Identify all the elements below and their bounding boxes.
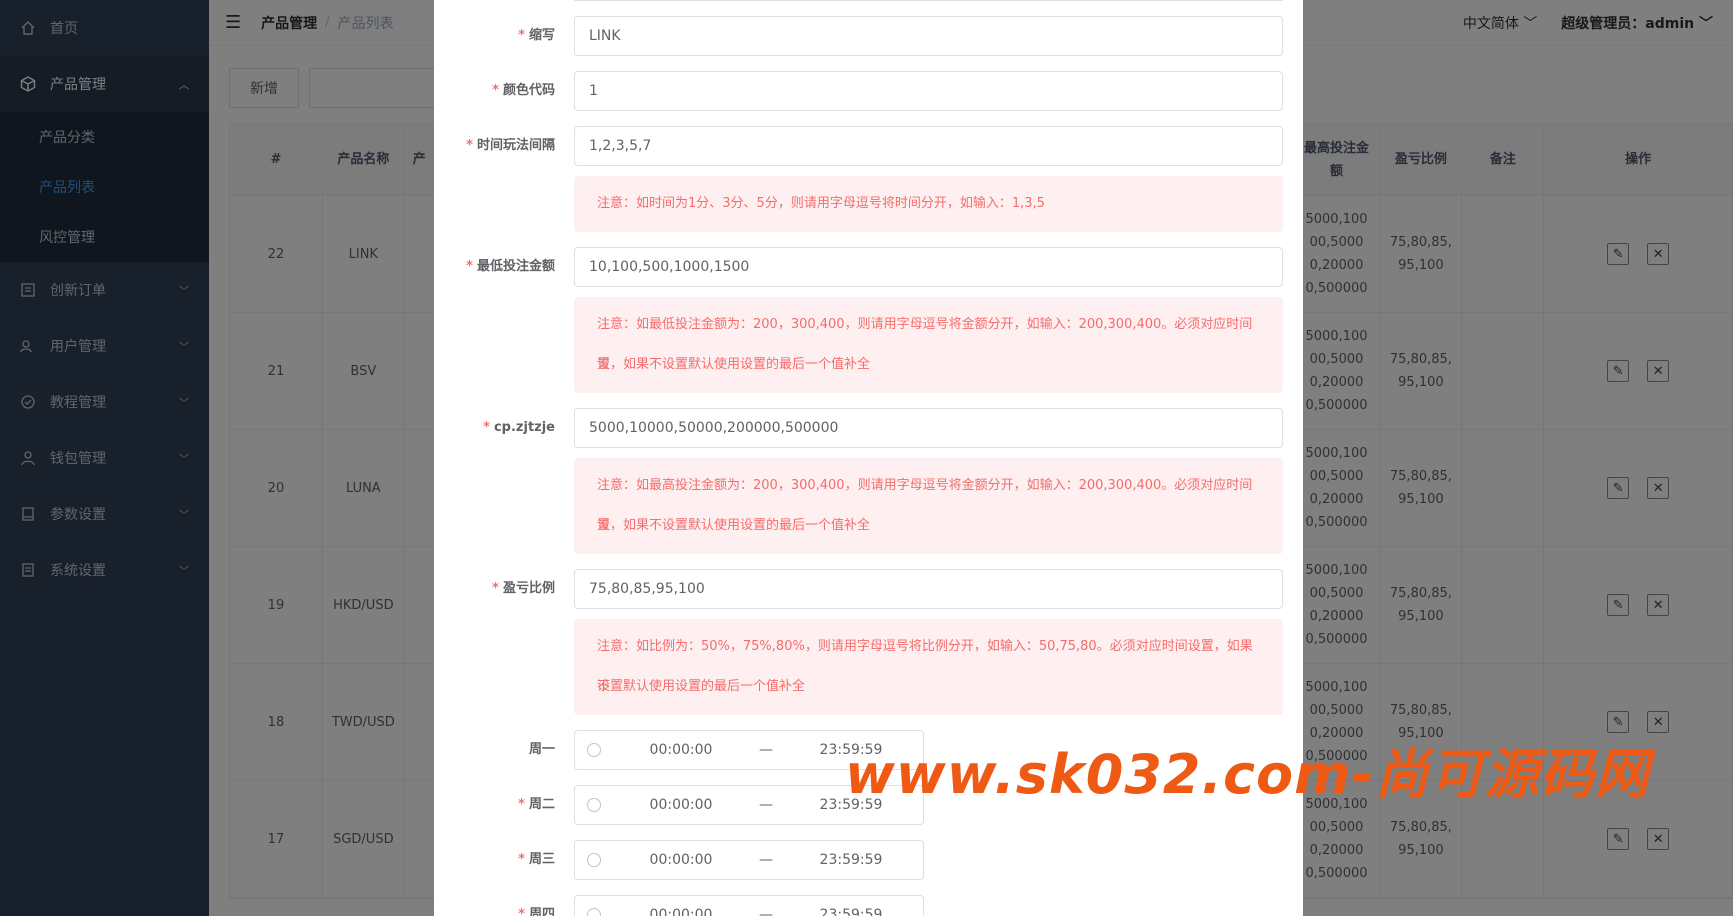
required-mark: * [518, 28, 525, 43]
thursday-time-range[interactable]: 00:00:00 — 23:59:59 [574, 895, 924, 916]
clock-icon [587, 853, 601, 867]
form-label: * 缩写 [518, 16, 555, 56]
form-label: * 时间玩法间隔 [466, 126, 555, 166]
clock-icon [587, 798, 601, 812]
end-time[interactable]: 23:59:59 [806, 852, 896, 868]
form-label: * 周四 [518, 895, 555, 916]
note-line: 置，如果不设置默认使用设置的最后一个值补全 [597, 518, 871, 533]
note-line: 注意：如最低投注金额为：200，300,400，则请用字母逗号将金额分开，如输入… [597, 317, 1253, 372]
max-bet-note: 注意：如最高投注金额为：200，300,400，则请用字母逗号将金额分开，如输入… [574, 458, 1283, 554]
required-mark: * [483, 420, 490, 435]
label-text: 缩写 [528, 28, 555, 43]
end-time[interactable]: 23:59:59 [806, 907, 896, 916]
range-separator: — [759, 797, 773, 813]
form-label: * 周三 [518, 840, 555, 880]
label-text: 周四 [528, 907, 555, 916]
label-text: 时间玩法间隔 [476, 138, 555, 153]
required-mark: * [492, 83, 499, 98]
color-code-input[interactable]: 1 [574, 71, 1283, 111]
form-label: * cp.zjtzje [483, 408, 555, 448]
label-text: cp.zjtzje [493, 420, 555, 435]
required-mark: * [518, 907, 525, 916]
required-mark: * [518, 852, 525, 867]
form-label: * 最低投注金额 [466, 247, 555, 287]
range-separator: — [759, 852, 773, 868]
label-text: 颜色代码 [502, 83, 555, 98]
ratio-note: 注意：如比例为：50%，75%,80%，则请用字母逗号将比例分开，如输入：50,… [574, 619, 1283, 715]
required-mark: * [466, 138, 473, 153]
wednesday-time-range[interactable]: 00:00:00 — 23:59:59 [574, 840, 924, 880]
watermark: www.sk032.com-尚可源码网 [845, 743, 1650, 806]
label-text: 周一 [528, 742, 555, 757]
abbr-input[interactable]: LINK [574, 16, 1283, 56]
note-line: 注意：如比例为：50%，75%,80%，则请用字母逗号将比例分开，如输入：50,… [597, 639, 1253, 694]
interval-note: 注意：如时间为1分、3分、5分，则请用字母逗号将时间分开，如输入：1,3,5 [574, 176, 1283, 232]
start-time[interactable]: 00:00:00 [636, 742, 726, 758]
min-bet-input[interactable]: 10,100,500,1000,1500 [574, 247, 1283, 287]
note-line: 设置默认使用设置的最后一个值补全 [597, 679, 806, 694]
start-time[interactable]: 00:00:00 [636, 797, 726, 813]
label-text: 最低投注金额 [476, 259, 555, 274]
required-mark: * [466, 259, 473, 274]
form-label: * 周二 [518, 785, 555, 825]
note-line: 置，如果不设置默认使用设置的最后一个值补全 [597, 357, 871, 372]
ratio-input[interactable]: 75,80,85,95,100 [574, 569, 1283, 609]
label-text: 周二 [528, 797, 555, 812]
note-line: 注意：如最高投注金额为：200，300,400，则请用字母逗号将金额分开，如输入… [597, 478, 1253, 533]
interval-input[interactable]: 1,2,3,5,7 [574, 126, 1283, 166]
form-label: * 盈亏比例 [492, 569, 555, 609]
range-separator: — [759, 907, 773, 916]
required-mark: * [518, 797, 525, 812]
form-label: * 颜色代码 [492, 71, 555, 111]
clock-icon [587, 908, 601, 916]
clock-icon [587, 743, 601, 757]
label-text: 周三 [528, 852, 555, 867]
label-text: 盈亏比例 [502, 581, 555, 596]
form-label: 周一 [529, 730, 555, 770]
start-time[interactable]: 00:00:00 [636, 907, 726, 916]
required-mark: * [492, 581, 499, 596]
cut-off-input [574, 0, 1283, 1]
start-time[interactable]: 00:00:00 [636, 852, 726, 868]
range-separator: — [759, 742, 773, 758]
min-bet-note: 注意：如最低投注金额为：200，300,400，则请用字母逗号将金额分开，如输入… [574, 297, 1283, 393]
max-bet-input[interactable]: 5000,10000,50000,200000,500000 [574, 408, 1283, 448]
